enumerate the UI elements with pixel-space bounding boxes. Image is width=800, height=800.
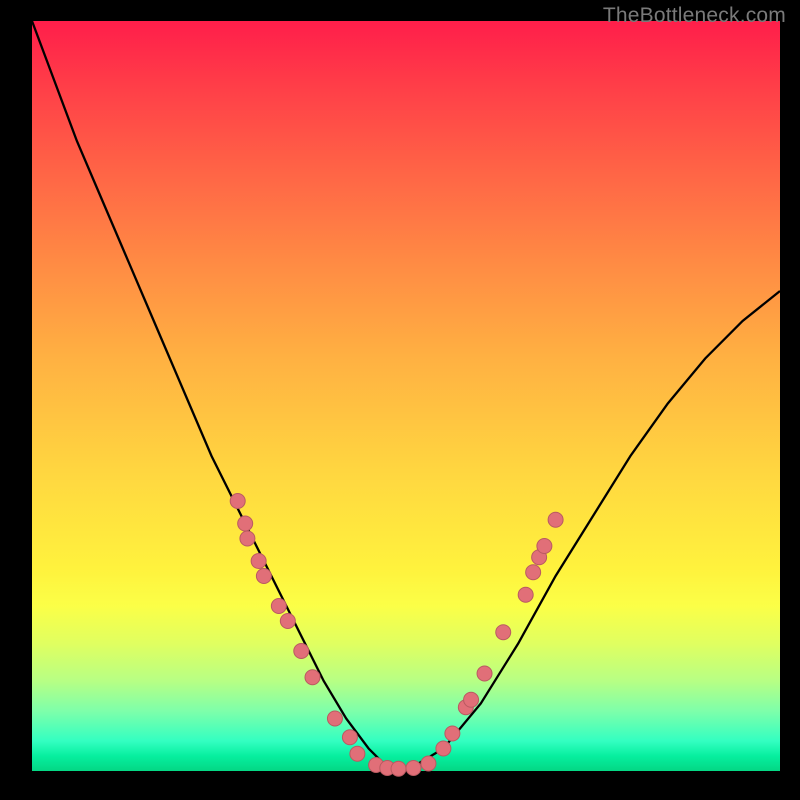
chart-svg xyxy=(32,21,780,771)
data-marker xyxy=(350,746,365,761)
data-marker xyxy=(240,531,255,546)
data-marker xyxy=(305,670,320,685)
data-marker xyxy=(271,599,286,614)
data-markers xyxy=(230,494,563,777)
data-marker xyxy=(464,692,479,707)
data-marker xyxy=(548,512,563,527)
data-marker xyxy=(445,726,460,741)
data-marker xyxy=(537,539,552,554)
data-marker xyxy=(477,666,492,681)
data-marker xyxy=(518,587,533,602)
data-marker xyxy=(436,741,451,756)
data-marker xyxy=(280,614,295,629)
data-marker xyxy=(421,756,436,771)
data-marker xyxy=(406,761,421,776)
data-marker xyxy=(327,711,342,726)
data-marker xyxy=(238,516,253,531)
bottleneck-curve xyxy=(32,21,780,771)
data-marker xyxy=(526,565,541,580)
data-marker xyxy=(294,644,309,659)
watermark-text: TheBottleneck.com xyxy=(603,4,786,28)
data-marker xyxy=(251,554,266,569)
chart-frame: TheBottleneck.com xyxy=(0,0,800,800)
data-marker xyxy=(230,494,245,509)
data-marker xyxy=(391,761,406,776)
data-marker xyxy=(256,569,271,584)
data-marker xyxy=(342,730,357,745)
plot-area xyxy=(32,21,780,771)
data-marker xyxy=(496,625,511,640)
